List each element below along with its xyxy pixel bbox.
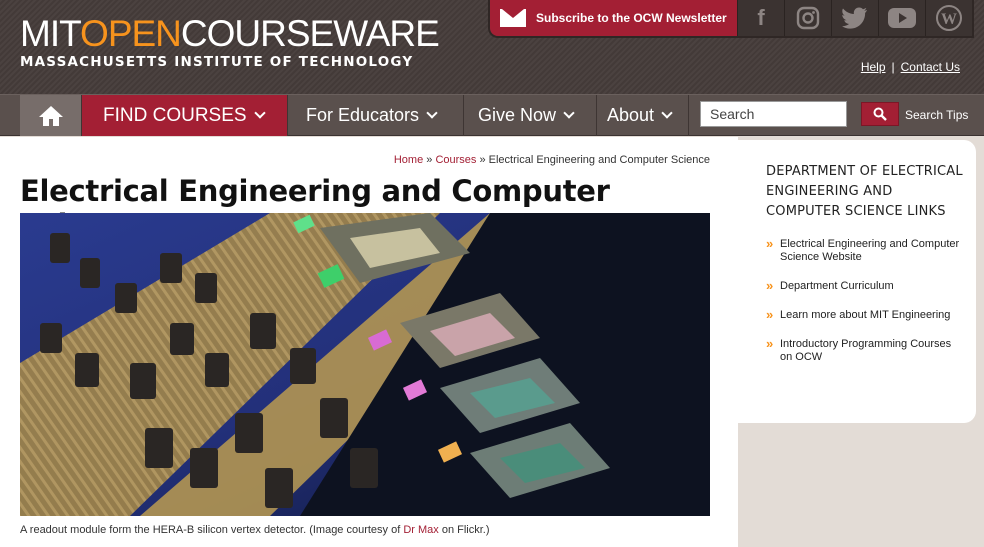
chevron-down-icon xyxy=(253,107,266,119)
department-links-panel: DEPARTMENT OF ELECTRICAL ENGINEERING AND… xyxy=(738,140,976,423)
sidebar-link-mit-engineering[interactable]: » Learn more about MIT Engineering xyxy=(766,307,966,322)
breadcrumb: Home » Courses » Electrical Engineering … xyxy=(393,154,710,166)
chevron-right-icon: » xyxy=(766,307,774,322)
wordpress-icon[interactable]: W xyxy=(925,0,972,36)
logo-subtitle: MASSACHUSETTS INSTITUTE OF TECHNOLOGY xyxy=(20,54,414,70)
social-links: f W xyxy=(737,0,972,36)
contact-us-link[interactable]: Contact Us xyxy=(901,60,960,74)
hero-image xyxy=(20,213,710,516)
for-educators-menu[interactable]: For Educators xyxy=(288,95,464,136)
home-icon xyxy=(38,105,63,126)
main-nav: FIND COURSES For Educators Give Now Abou… xyxy=(0,94,984,136)
breadcrumb-home[interactable]: Home xyxy=(394,154,423,166)
about-menu[interactable]: About xyxy=(597,95,689,136)
breadcrumb-courses[interactable]: Courses xyxy=(435,154,476,166)
find-courses-menu[interactable]: FIND COURSES xyxy=(82,95,288,136)
instagram-icon[interactable] xyxy=(784,0,831,36)
twitter-icon[interactable] xyxy=(831,0,878,36)
chevron-down-icon xyxy=(661,107,673,119)
help-contact-links: Help | Contact Us xyxy=(860,60,960,74)
chevron-right-icon: » xyxy=(766,336,774,351)
breadcrumb-current: Electrical Engineering and Computer Scie… xyxy=(488,154,710,166)
youtube-icon[interactable] xyxy=(878,0,925,36)
home-button[interactable] xyxy=(20,95,82,136)
give-now-menu[interactable]: Give Now xyxy=(464,95,597,136)
search-tips-link[interactable]: Search Tips xyxy=(905,108,968,122)
sidebar-links: » Electrical Engineering and Computer Sci… xyxy=(766,236,966,380)
caption-credit-link[interactable]: Dr Max xyxy=(403,524,438,536)
sidebar-link-curriculum[interactable]: » Department Curriculum xyxy=(766,278,966,293)
logo-wordmark: MITOPENCOURSEWARE xyxy=(20,13,440,54)
site-header: MITOPENCOURSEWARE MASSACHUSETTS INSTITUT… xyxy=(0,0,984,94)
top-utility-bar: Subscribe to the OCW Newsletter f W xyxy=(488,0,974,38)
subscribe-newsletter-button[interactable]: Subscribe to the OCW Newsletter xyxy=(490,0,737,36)
chevron-down-icon xyxy=(426,107,438,119)
search-button[interactable] xyxy=(861,102,899,126)
ocw-logo[interactable]: MITOPENCOURSEWARE MASSACHUSETTS INSTITUT… xyxy=(20,13,440,71)
sidebar-link-intro-programming[interactable]: » Introductory Programming Courses on OCW xyxy=(766,336,966,364)
sidebar-link-eecs-website[interactable]: » Electrical Engineering and Computer Sci… xyxy=(766,236,966,264)
help-link[interactable]: Help xyxy=(861,60,886,74)
chevron-down-icon xyxy=(563,107,575,119)
search-icon xyxy=(873,107,887,121)
chevron-right-icon: » xyxy=(766,278,774,293)
sidebar-title: DEPARTMENT OF ELECTRICAL ENGINEERING AND… xyxy=(766,164,963,219)
image-caption: A readout module form the HERA-B silicon… xyxy=(20,524,490,536)
subscribe-label: Subscribe to the OCW Newsletter xyxy=(536,11,727,25)
mail-icon xyxy=(500,9,526,27)
svg-text:W: W xyxy=(941,11,957,28)
chevron-right-icon: » xyxy=(766,236,774,251)
main-content: Home » Courses » Electrical Engineering … xyxy=(0,137,738,547)
search-input[interactable] xyxy=(700,101,847,127)
facebook-icon[interactable]: f xyxy=(737,0,784,36)
